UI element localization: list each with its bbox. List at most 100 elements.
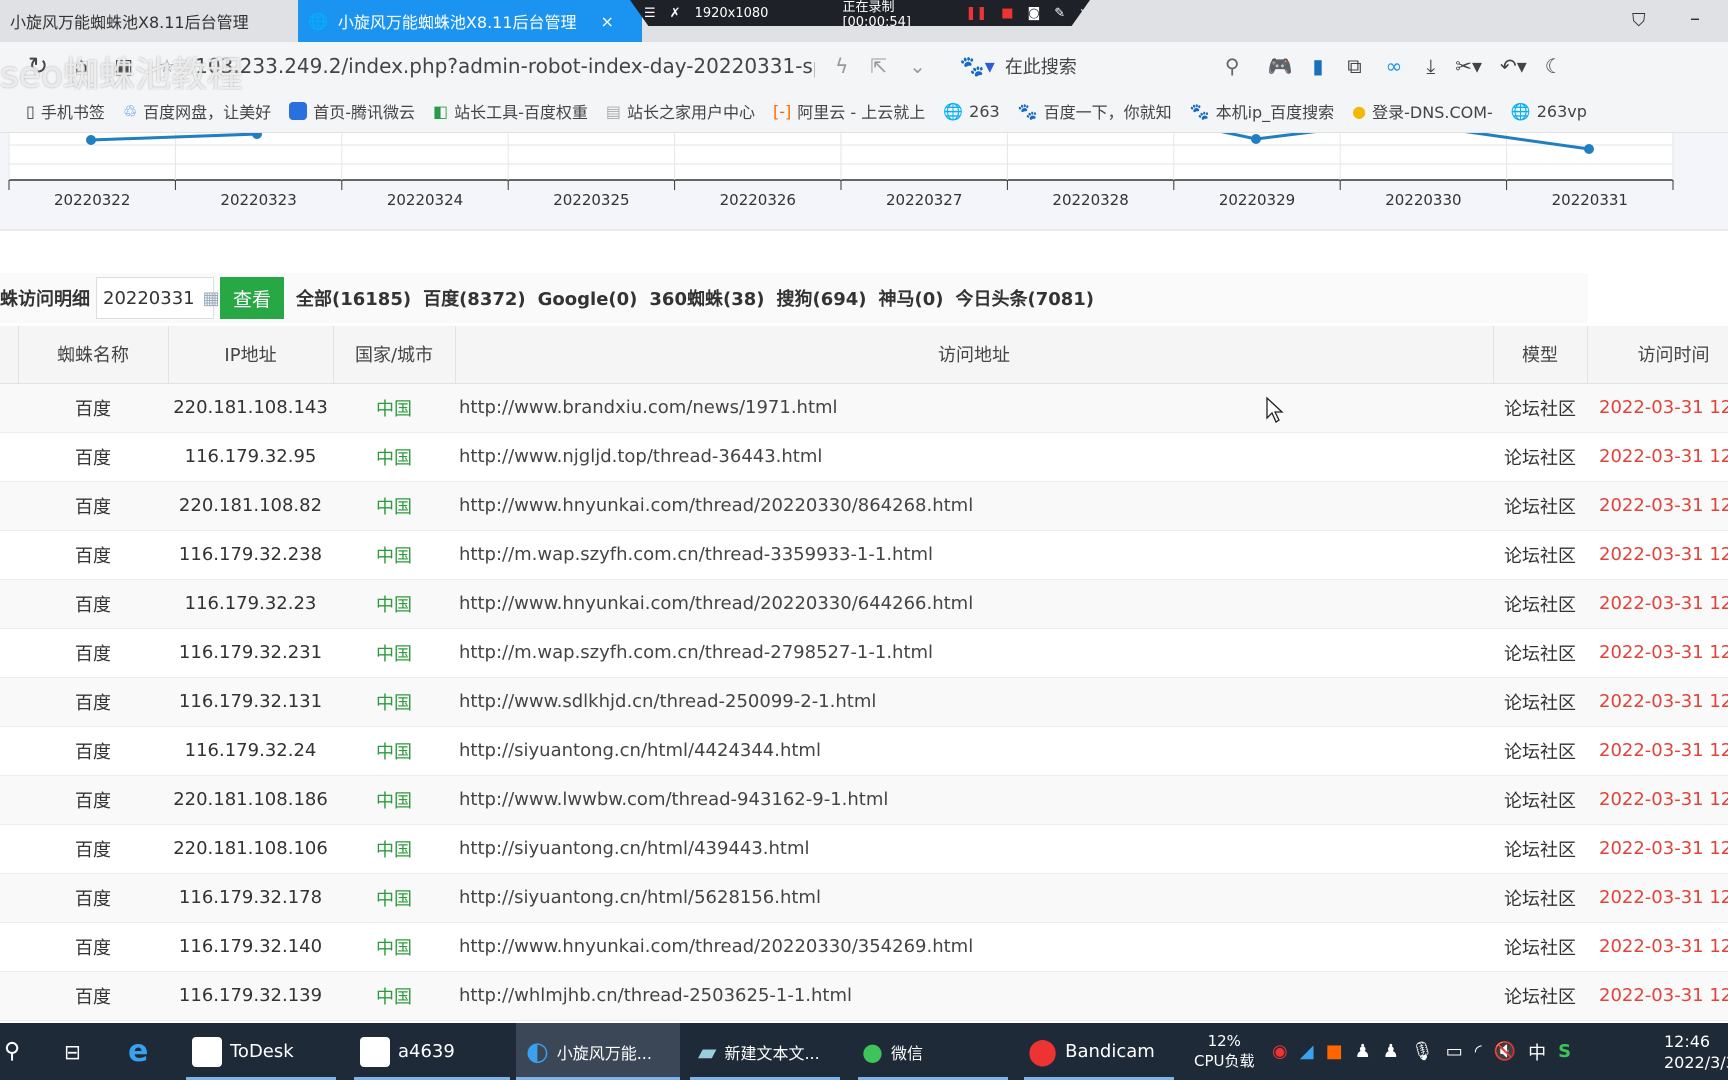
table-row[interactable]: 百度 220.181.108.143 中国 http://www.brandxiu.c… xyxy=(0,383,1728,433)
bookmark-item[interactable]: 🌐 263vp xyxy=(1511,102,1587,121)
close-tab-icon[interactable]: × xyxy=(601,12,614,31)
table-row[interactable]: 百度 116.179.32.231 中国 http://m.wap.szyfh.com… xyxy=(0,628,1728,678)
view-button[interactable]: 查看 xyxy=(220,277,284,319)
column-header[interactable]: 模型 xyxy=(1493,326,1588,384)
table-row[interactable]: 百度 116.179.32.140 中国 http://www.hnyunkai.co… xyxy=(0,922,1728,972)
search-button[interactable]: ⚲ xyxy=(4,1023,20,1080)
visit-url[interactable]: http://www.brandxiu.com/news/1971.html xyxy=(455,383,1493,433)
bookmark-item[interactable]: 🌐 263 xyxy=(943,102,999,121)
wifi-icon[interactable]: ◜ xyxy=(1475,1041,1482,1062)
spider-count-filter[interactable]: Google(0) xyxy=(538,289,638,310)
bookmark-item[interactable]: ◧ 站长工具-百度权重 xyxy=(433,99,588,123)
ime-indicator[interactable]: 中 xyxy=(1528,1039,1546,1065)
tab-inactive[interactable]: 小旋风万能蜘蛛池X8.11后台管理 xyxy=(0,0,296,42)
moon-icon[interactable]: ☾ xyxy=(1545,54,1563,78)
table-row[interactable]: 百度 116.179.32.24 中国 http://siyuantong.cn/ht… xyxy=(0,726,1728,776)
table-row[interactable]: 百度 116.179.32.139 中国 http://whlmjhb.cn/thre… xyxy=(0,971,1728,1021)
search-input[interactable]: 在此搜索 xyxy=(1005,53,1225,79)
taskbar-app-bandicam[interactable]: ⬤ Bandicam xyxy=(1024,1023,1174,1080)
spider-count-filter[interactable]: 神马(0) xyxy=(879,289,944,310)
sogou-icon[interactable]: S xyxy=(1558,1041,1571,1062)
app-icon[interactable]: ▮ xyxy=(1312,54,1323,78)
taskbar-app-wechat[interactable]: ● 微信 xyxy=(858,1023,1008,1080)
download-icon[interactable]: ⤓ xyxy=(1426,54,1435,78)
shirt-icon[interactable]: ⛉ xyxy=(1632,10,1646,31)
visit-url[interactable]: http://www.lwwbw.com/thread-943162-9-1.h… xyxy=(455,775,1493,825)
todesk-tray-icon[interactable]: ◢ xyxy=(1300,1041,1314,1062)
pin-icon[interactable]: ✗ xyxy=(670,6,681,21)
bookmark-item[interactable]: ● 登录-DNS.COM- xyxy=(1352,99,1493,123)
camera-icon[interactable]: ◙ xyxy=(1028,6,1041,21)
visit-url[interactable]: http://www.hnyunkai.com/thread/20220330/… xyxy=(455,922,1493,972)
record-icon[interactable]: ◉ xyxy=(1272,1041,1288,1062)
bookmark-item[interactable]: 🐾 百度一下，你就知 xyxy=(1018,99,1172,123)
table-row[interactable]: 百度 220.181.108.82 中国 http://www.hnyunkai.co… xyxy=(0,481,1728,531)
visit-url[interactable]: http://siyuantong.cn/html/4424344.html xyxy=(455,726,1493,776)
extension-icon[interactable]: ⧉ xyxy=(1347,54,1361,78)
taskbar-app-todesk[interactable]: ToDesk xyxy=(186,1023,336,1080)
bookmark-item[interactable]: ▯ 手机书签 xyxy=(26,99,105,123)
spider-count-filter[interactable]: 搜狗(694) xyxy=(776,289,866,310)
bookmark-item[interactable]: ▤ 站长之家用户中心 xyxy=(606,99,755,123)
url-input[interactable]: 103.233.249.2/index.php?admin-robot-inde… xyxy=(195,54,815,78)
app-tray-icon[interactable]: ■ xyxy=(1326,1041,1343,1062)
reader-icon[interactable]: ▣ xyxy=(114,54,133,78)
visit-url[interactable]: http://m.wap.szyfh.com.cn/thread-3359933… xyxy=(455,530,1493,580)
game-icon[interactable]: 🎮 xyxy=(1267,54,1292,78)
infinity-icon[interactable]: ∞ xyxy=(1386,54,1403,78)
clock[interactable]: 12:462022/3/3 xyxy=(1664,1023,1728,1080)
qq-icon[interactable]: ♟ xyxy=(1383,1041,1399,1062)
column-header[interactable]: 国家/城市 xyxy=(333,326,456,384)
visit-url[interactable]: http://whlmjhb.cn/thread-2503625-1-1.htm… xyxy=(455,971,1493,1021)
tab-active[interactable]: 🌐 小旋风万能蜘蛛池X8.11后台管理 × xyxy=(298,0,642,42)
pause-icon[interactable]: ❚❚ xyxy=(965,6,987,21)
taskbar-app-browser[interactable]: ◐ 小旋风万能... xyxy=(516,1023,680,1080)
table-row[interactable]: 百度 116.179.32.178 中国 http://siyuantong.cn/h… xyxy=(0,873,1728,923)
column-header[interactable]: 访问时间 xyxy=(1587,326,1728,384)
bookmark-item[interactable]: 首页-腾讯微云 xyxy=(289,99,415,123)
table-row[interactable]: 百度 220.181.108.186 中国 http://www.lwwbw.com/… xyxy=(0,775,1728,825)
spider-count-filter[interactable]: 360蜘蛛(38) xyxy=(649,289,764,310)
bookmark-item[interactable]: 🐾 本机ip_百度搜索 xyxy=(1190,99,1335,123)
table-row[interactable]: 百度 116.179.32.131 中国 http://www.sdlkhjd.cn/… xyxy=(0,677,1728,727)
visit-url[interactable]: http://m.wap.szyfh.com.cn/thread-2798527… xyxy=(455,628,1493,678)
date-input[interactable]: 20220331 ▦ xyxy=(96,277,220,319)
bookmark-item[interactable]: [-] 阿里云 - 上云就上 xyxy=(773,99,925,123)
close-icon[interactable]: × xyxy=(1079,6,1090,21)
refresh-icon[interactable]: ↻ xyxy=(28,52,48,80)
spider-count-filter[interactable]: 全部(16185) xyxy=(296,289,411,310)
bookmark-item[interactable]: ♲ 百度网盘，让美好 xyxy=(123,99,271,123)
task-view-button[interactable]: ⊟ xyxy=(64,1023,81,1080)
taskbar-app-notepad[interactable]: ▰ 新建文本文... xyxy=(690,1023,840,1080)
table-row[interactable]: 百度 220.181.108.106 中国 http://siyuantong.cn/… xyxy=(0,824,1728,874)
flash-icon[interactable]: ϟ xyxy=(835,54,848,78)
chevron-down-icon[interactable]: ⌄ xyxy=(909,54,926,78)
spider-count-filter[interactable]: 百度(8372) xyxy=(423,289,526,310)
spider-count-filter[interactable]: 今日头条(7081) xyxy=(955,289,1094,310)
column-header[interactable]: 访问地址 xyxy=(455,326,1494,384)
minimize-button[interactable]: – xyxy=(1690,6,1700,30)
calendar-icon[interactable]: ▦ xyxy=(203,288,220,309)
microphone-icon[interactable]: 🎙 xyxy=(1411,1041,1434,1062)
share-icon[interactable]: ⇱ xyxy=(870,54,887,78)
pen-icon[interactable]: ✎ xyxy=(1054,6,1065,21)
qq-icon[interactable]: ♟ xyxy=(1355,1041,1371,1062)
table-row[interactable]: 百度 116.179.32.23 中国 http://www.hnyunkai.com… xyxy=(0,579,1728,629)
stop-icon[interactable]: ■ xyxy=(1001,6,1013,21)
search-icon[interactable]: ⚲ xyxy=(1225,54,1240,78)
baidu-paw-icon[interactable]: 🐾▾ xyxy=(960,54,995,78)
visit-url[interactable]: http://www.hnyunkai.com/thread/20220330/… xyxy=(455,481,1493,531)
table-row[interactable]: 百度 116.179.32.95 中国 http://www.njgljd.top/t… xyxy=(0,432,1728,482)
visit-url[interactable]: http://www.hnyunkai.com/thread/20220330/… xyxy=(455,579,1493,629)
undo-icon[interactable]: ↶▾ xyxy=(1500,54,1527,78)
menu-icon[interactable]: ☰ xyxy=(644,6,656,21)
visit-url[interactable]: http://siyuantong.cn/html/5628156.html xyxy=(455,873,1493,923)
column-header[interactable]: IP地址 xyxy=(168,326,334,384)
ie-button[interactable]: e xyxy=(128,1023,148,1080)
star-icon[interactable]: ☆ xyxy=(159,56,175,77)
column-header[interactable]: 蜘蛛名称 xyxy=(18,326,169,384)
table-row[interactable]: 百度 116.179.32.238 中国 http://m.wap.szyfh.com… xyxy=(0,530,1728,580)
visit-url[interactable]: http://siyuantong.cn/html/439443.html xyxy=(455,824,1493,874)
visit-url[interactable]: http://www.sdlkhjd.cn/thread-250099-2-1.… xyxy=(455,677,1493,727)
battery-icon[interactable]: ▭ xyxy=(1446,1041,1463,1062)
